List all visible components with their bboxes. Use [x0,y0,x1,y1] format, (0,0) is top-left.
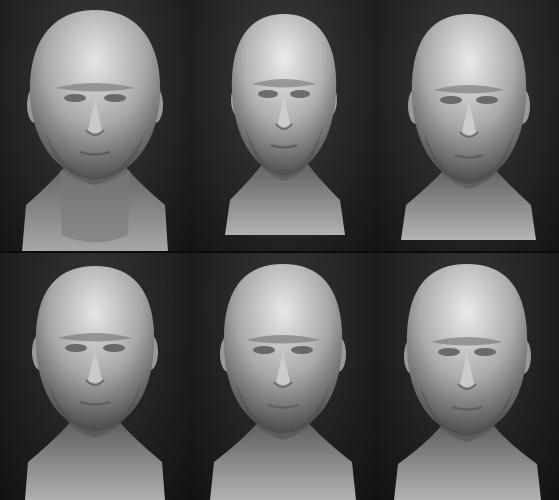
head-sculpt-panel-4 [0,252,190,500]
head-sculpt-image-5 [210,264,356,500]
head-sculpt-image-1 [22,10,168,252]
head-sculpt-panel-2 [190,0,376,252]
head-sculpt-image-4 [25,266,165,500]
head-sculpt-image-6 [394,264,541,500]
head-sculpt-panel-1 [0,0,190,252]
head-sculpt-panel-5 [190,252,376,500]
head-sculpt-image-3 [401,14,536,240]
head-sculpt-image-2 [225,14,345,235]
row-divider [0,251,559,253]
head-sculpt-panel-6 [376,252,559,500]
head-sculpt-grid [0,0,559,500]
head-sculpt-panel-3 [376,0,559,252]
